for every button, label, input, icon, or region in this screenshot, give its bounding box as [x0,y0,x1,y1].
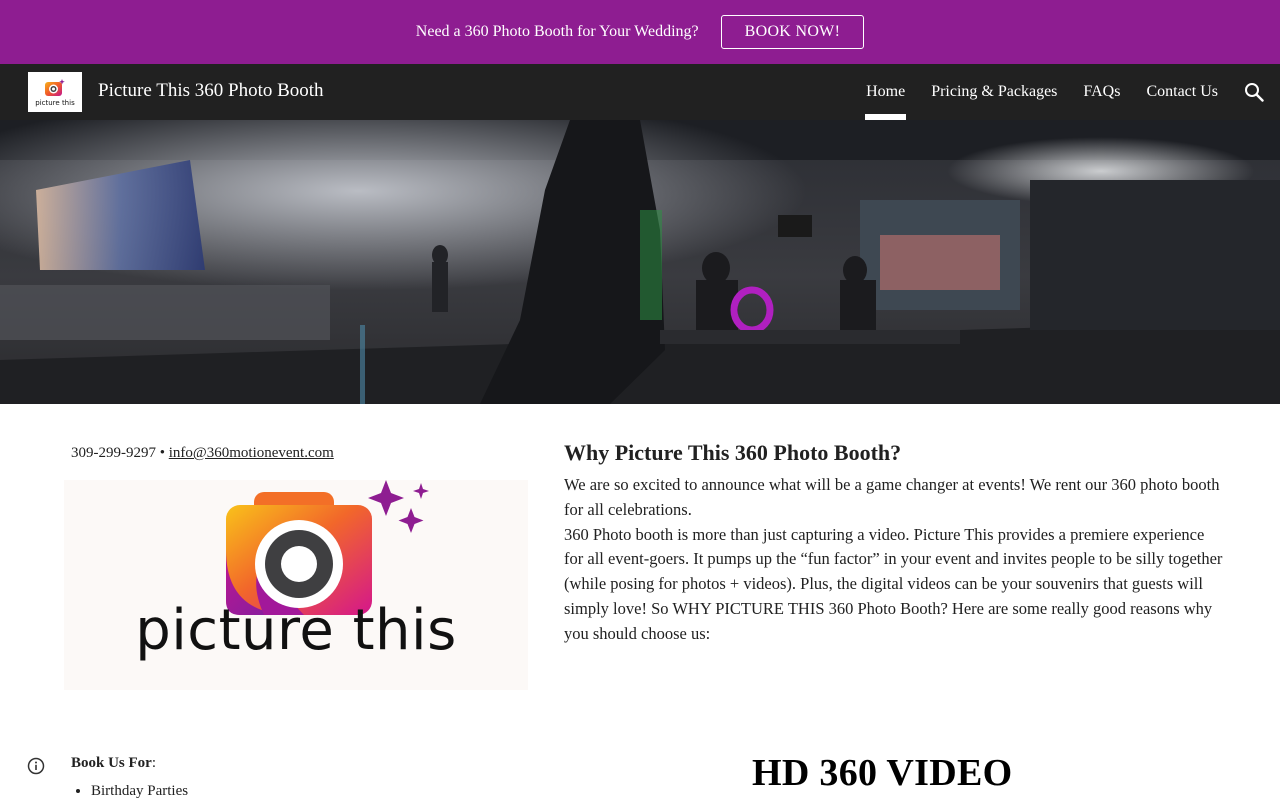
nav-item-faqs[interactable]: FAQs [1083,64,1120,120]
search-icon[interactable] [1244,82,1264,102]
book-us-label-colon: : [151,755,157,771]
logo-mini-text: picture this [35,98,75,107]
hd-video-heading: HD 360 VIDEO [752,752,1013,794]
email-link[interactable]: info@360motionevent.com [169,445,334,461]
brand-logo-card: picture this [64,480,528,690]
main-nav: Home Pricing & Packages FAQs Contact Us [865,64,1280,120]
hero-event-scene [0,120,1280,404]
brand-wordmark: picture this [135,598,457,663]
book-us-label: Book Us For: [71,755,156,772]
announcement-text: Need a 360 Photo Booth for Your Wedding? [415,23,699,40]
why-paragraph-1: We are so excited to announce what will … [564,475,1220,519]
book-now-button[interactable]: BOOK NOW! [720,15,865,49]
contact-separator: • [156,445,169,461]
why-paragraph-2: 360 Photo booth is more than just captur… [564,524,1223,643]
camera-logo-icon [45,78,65,96]
contact-line: 309-299-9297 • info@360motionevent.com [71,445,334,462]
why-heading: Why Picture This 360 Photo Booth? [564,440,902,465]
site-logo[interactable]: picture this [28,72,82,112]
info-icon[interactable] [27,757,45,775]
book-us-list: Birthday Parties [71,783,188,800]
nav-item-home[interactable]: Home [865,64,907,120]
why-body: We are so excited to announce what will … [564,473,1224,647]
site-title[interactable]: Picture This 360 Photo Booth [98,80,324,102]
announcement-bar: Need a 360 Photo Booth for Your Wedding?… [0,0,1280,64]
list-item: Birthday Parties [91,783,188,800]
book-us-label-bold: Book Us For [71,755,152,771]
nav-item-contact[interactable]: Contact Us [1146,64,1218,120]
phone-number: 309-299-9297 [71,445,156,461]
site-header: picture this Picture This 360 Photo Boot… [0,64,1280,120]
hero-banner-image [0,120,1280,404]
nav-item-pricing[interactable]: Pricing & Packages [931,64,1057,120]
